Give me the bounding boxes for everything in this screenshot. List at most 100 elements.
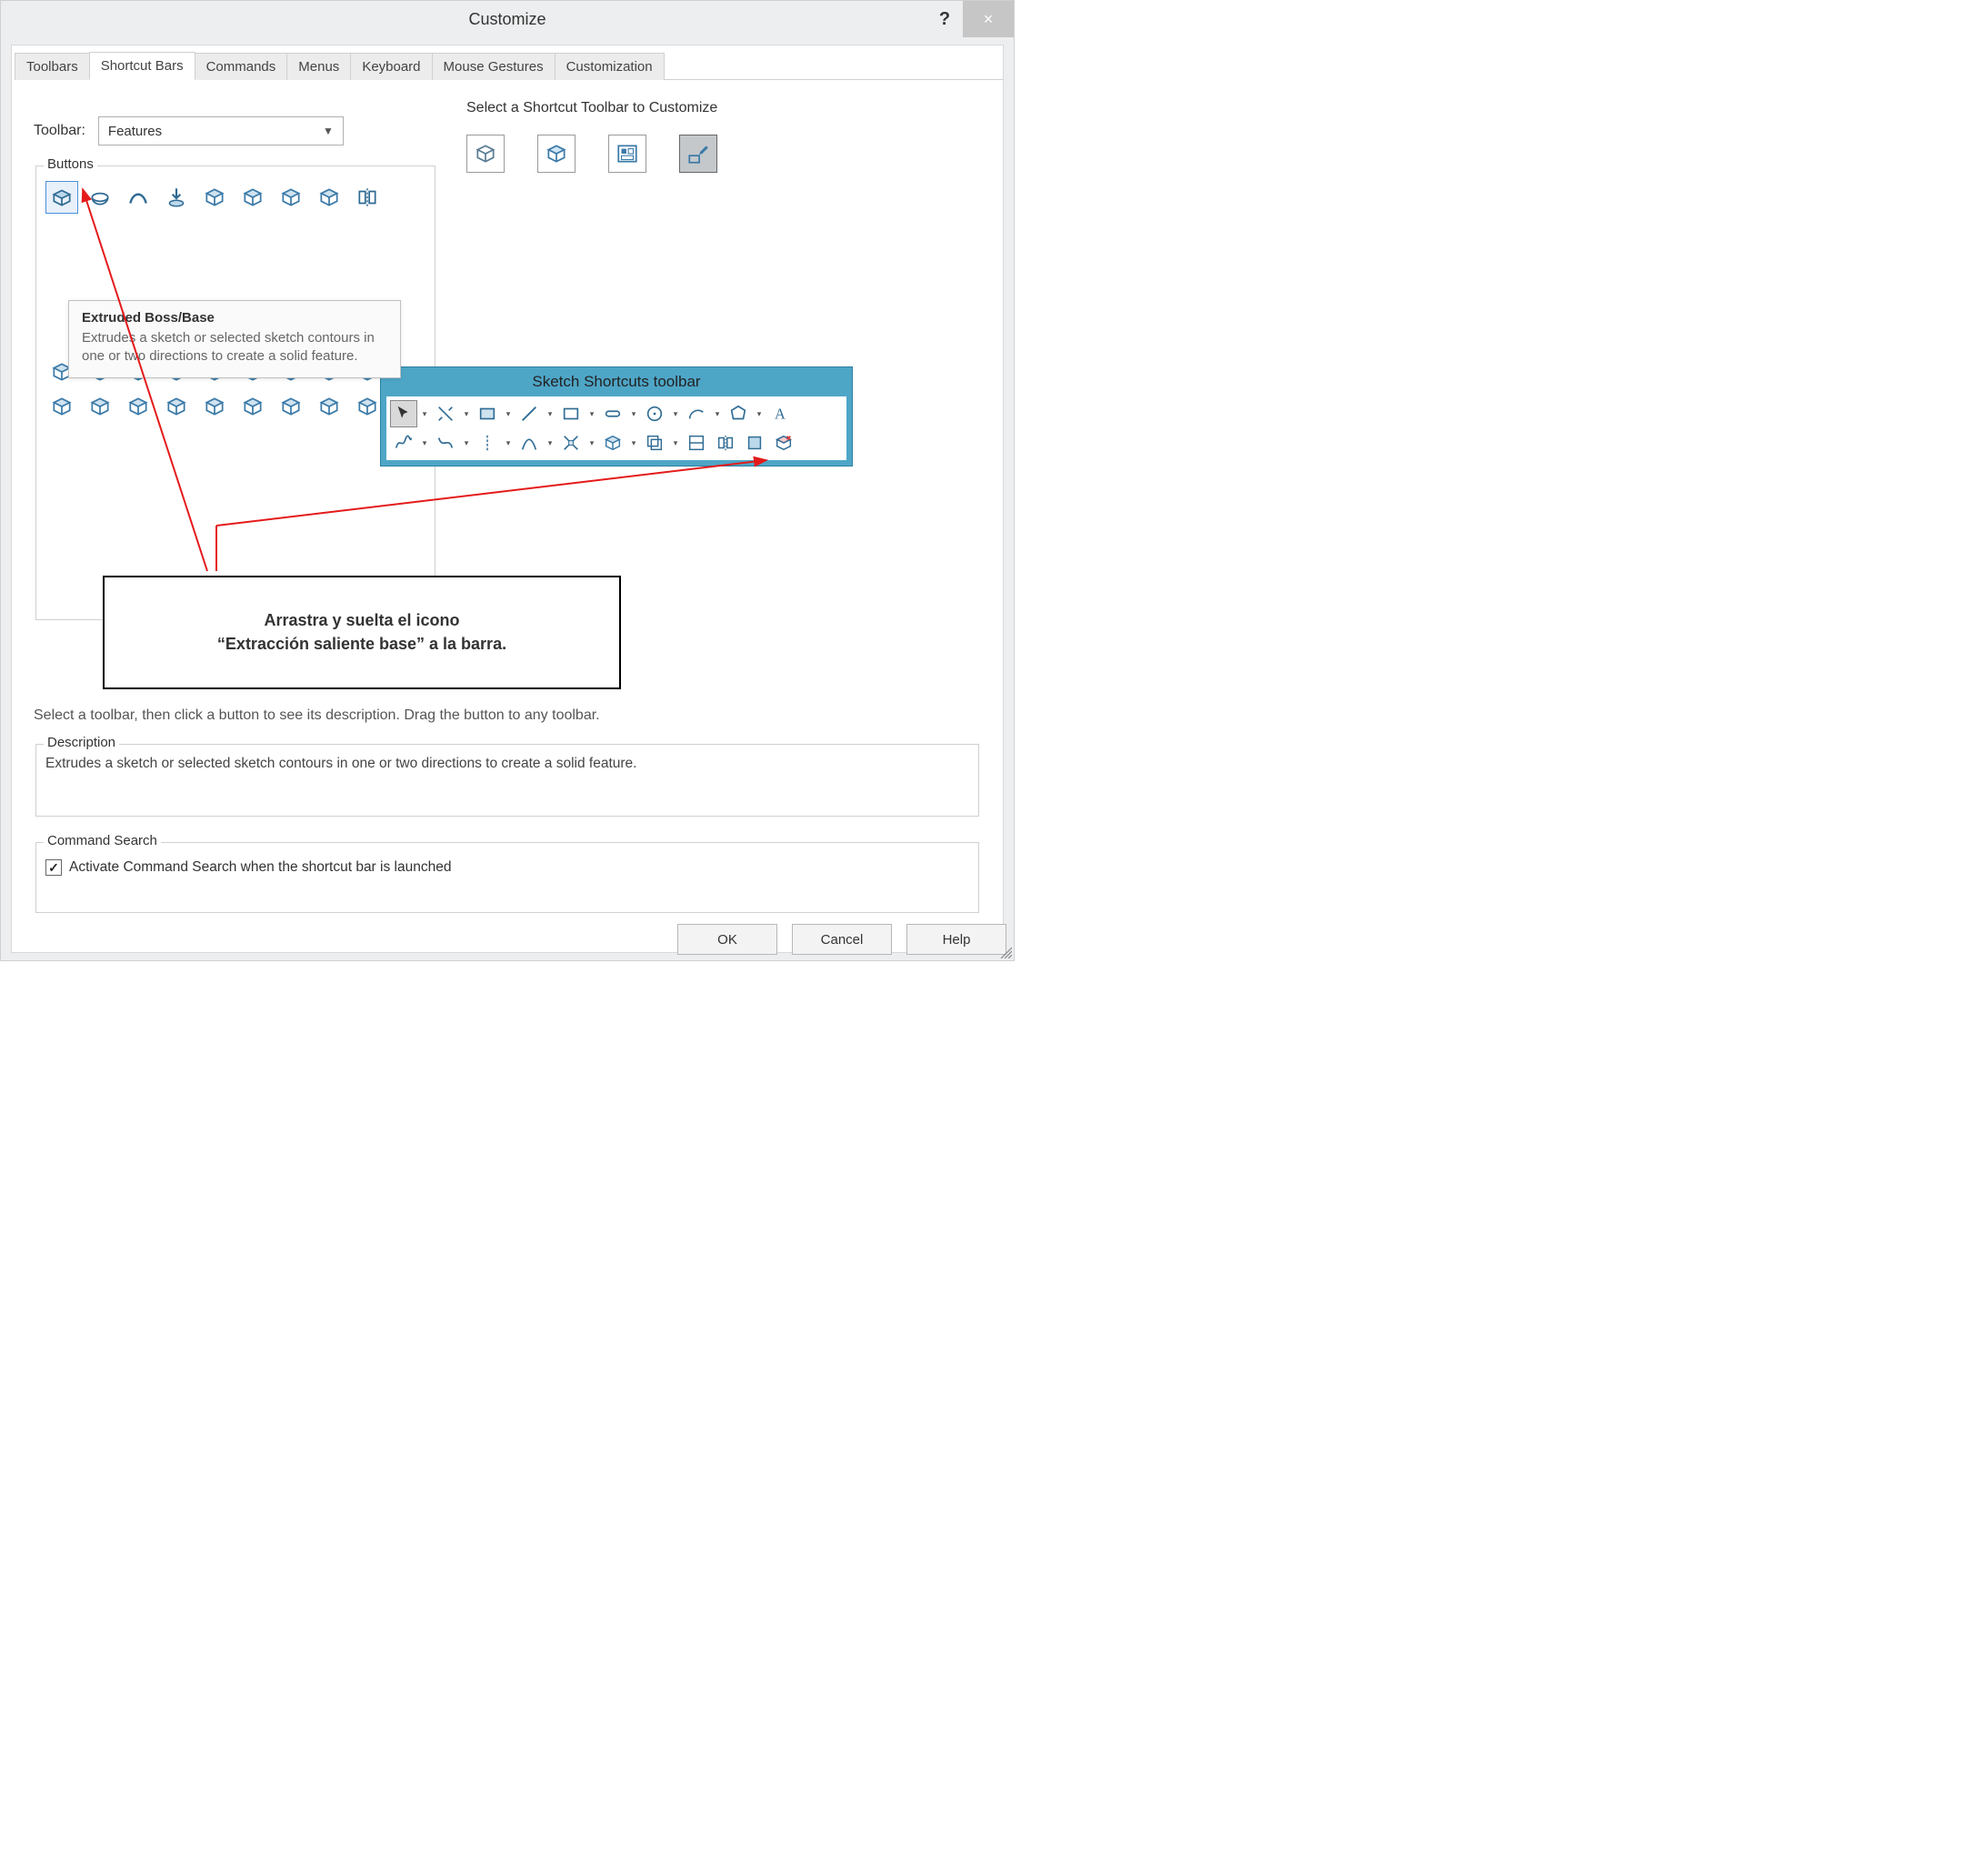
exit-sketch-tool[interactable]: [770, 429, 797, 456]
close-button[interactable]: ×: [963, 1, 1014, 37]
description-text: Extrudes a sketch or selected sketch con…: [45, 756, 969, 772]
text-tool[interactable]: A: [766, 400, 794, 427]
tab-menus[interactable]: Menus: [286, 53, 351, 80]
parabola-tool[interactable]: [516, 429, 543, 456]
cancel-button[interactable]: Cancel: [792, 924, 892, 955]
dialog-buttons: OK Cancel Help: [677, 924, 1006, 955]
tab-keyboard[interactable]: Keyboard: [350, 53, 432, 80]
cube-tool[interactable]: [599, 429, 626, 456]
spline2-tool[interactable]: [432, 429, 459, 456]
tooltip-body: Extrudes a sketch or selected sketch con…: [82, 329, 387, 365]
delete-face-button[interactable]: [160, 390, 193, 423]
move-face-button[interactable]: [198, 390, 231, 423]
feature-tooltip: Extruded Boss/Base Extrudes a sketch or …: [68, 300, 401, 378]
smart-dimension-dropdown[interactable]: ▾: [461, 400, 472, 427]
shortcut-toolbar-chooser: [466, 135, 717, 173]
select-cursor-tool[interactable]: [390, 400, 417, 427]
corner-rectangle-tool[interactable]: [474, 400, 501, 427]
assembly-icon: [545, 142, 568, 166]
check-button[interactable]: [236, 390, 269, 423]
sketch-toolbar-row-1: ▾ ▾ ▾ ▾ ▾ ▾ ▾ ▾ ▾ A: [390, 400, 843, 427]
annotation-line1: Arrastra y suelta el icono: [264, 609, 459, 632]
centerline-tool[interactable]: [474, 429, 501, 456]
help-button[interactable]: Help: [906, 924, 1006, 955]
swept-boss-button[interactable]: [122, 181, 155, 214]
wrap-button[interactable]: [313, 181, 345, 214]
trim-tool[interactable]: [557, 429, 585, 456]
svg-text:A: A: [775, 406, 786, 423]
rectangle-tool[interactable]: [557, 400, 585, 427]
spline-dropdown[interactable]: ▾: [419, 429, 430, 456]
description-fieldset: Description Extrudes a sketch or selecte…: [35, 744, 979, 817]
part-shortcut-button[interactable]: [466, 135, 505, 173]
tab-mouse-gestures[interactable]: Mouse Gestures: [432, 53, 556, 80]
arc-dropdown[interactable]: ▾: [712, 400, 723, 427]
thicken-button[interactable]: [236, 181, 269, 214]
spline2-dropdown[interactable]: ▾: [461, 429, 472, 456]
revolved-boss-button[interactable]: [84, 181, 116, 214]
toolbar-label: Toolbar:: [34, 123, 85, 139]
sketch-pencil-icon: [686, 142, 710, 166]
assembly-shortcut-button[interactable]: [537, 135, 576, 173]
buttons-legend: Buttons: [44, 156, 97, 172]
line-tool[interactable]: [516, 400, 543, 427]
context-help-button[interactable]: ?: [926, 1, 963, 37]
circle-tool[interactable]: [641, 400, 668, 427]
offset-dropdown[interactable]: ▾: [670, 429, 681, 456]
ok-button[interactable]: OK: [677, 924, 777, 955]
circle-dropdown[interactable]: ▾: [670, 400, 681, 427]
parabola-dropdown[interactable]: ▾: [545, 429, 556, 456]
spline-tool[interactable]: [390, 429, 417, 456]
dialog-content: Toolbars Shortcut Bars Commands Menus Ke…: [11, 45, 1004, 953]
description-legend: Description: [44, 735, 119, 750]
mirror-tool[interactable]: [712, 429, 739, 456]
3d-sketch-button[interactable]: [351, 390, 384, 423]
sketch-shortcuts-toolbar[interactable]: Sketch Shortcuts toolbar ▾▾▾▾▾▾▾▾▾A ▾▾▾▾…: [380, 366, 853, 466]
toolbar-select-value: Features: [108, 124, 162, 139]
tab-shortcut-bars[interactable]: Shortcut Bars: [89, 52, 195, 80]
tab-commands[interactable]: Commands: [195, 53, 288, 80]
select-cursor-dropdown[interactable]: ▾: [419, 400, 430, 427]
drawing-shortcut-button[interactable]: [608, 135, 646, 173]
line-dropdown[interactable]: ▾: [545, 400, 556, 427]
tab-customization[interactable]: Customization: [555, 53, 665, 80]
corner-rectangle-dropdown[interactable]: ▾: [503, 400, 514, 427]
command-search-legend: Command Search: [44, 833, 161, 848]
toolbar-select[interactable]: Features ▼: [98, 116, 344, 145]
block-tool[interactable]: [741, 429, 768, 456]
intersect-button[interactable]: [122, 390, 155, 423]
annotation-line2: “Extracción saliente base” a la barra.: [217, 633, 506, 656]
activate-command-search-checkbox[interactable]: ✓: [45, 859, 62, 876]
command-search-fieldset: Command Search ✓ Activate Command Search…: [35, 842, 979, 913]
feature-buttons-grid: [45, 181, 425, 214]
slot-tool[interactable]: [599, 400, 626, 427]
cube-dropdown[interactable]: ▾: [628, 429, 639, 456]
boundary-boss-button[interactable]: [198, 181, 231, 214]
convert-tool[interactable]: [683, 429, 710, 456]
trim-dropdown[interactable]: ▾: [586, 429, 597, 456]
slot-dropdown[interactable]: ▾: [628, 400, 639, 427]
instant3d-button[interactable]: [313, 390, 345, 423]
smart-dimension-tool[interactable]: [432, 400, 459, 427]
sketch-shortcut-button[interactable]: [679, 135, 717, 173]
resize-grip[interactable]: [997, 944, 1012, 958]
polygon-tool[interactable]: [725, 400, 752, 427]
tab-toolbars[interactable]: Toolbars: [15, 53, 90, 80]
polygon-dropdown[interactable]: ▾: [754, 400, 765, 427]
extruded-boss-button[interactable]: [45, 181, 78, 214]
rectangle-dropdown[interactable]: ▾: [586, 400, 597, 427]
dome-button[interactable]: [275, 181, 307, 214]
heal-button[interactable]: [275, 390, 307, 423]
offset-tool[interactable]: [641, 429, 668, 456]
lofted-boss-button[interactable]: [160, 181, 193, 214]
shortcut-bars-panel: Toolbar: Features ▼ Select a Shortcut To…: [12, 80, 1003, 954]
activate-command-search-label: Activate Command Search when the shortcu…: [69, 859, 451, 876]
combine-button[interactable]: [84, 390, 116, 423]
tooltip-title: Extruded Boss/Base: [82, 310, 387, 326]
mirror-button[interactable]: [351, 181, 384, 214]
annotation-callout: Arrastra y suelta el icono “Extracción s…: [103, 576, 621, 689]
split-button[interactable]: [45, 390, 78, 423]
arc-tool[interactable]: [683, 400, 710, 427]
tabstrip: Toolbars Shortcut Bars Commands Menus Ke…: [15, 47, 1003, 80]
centerline-dropdown[interactable]: ▾: [503, 429, 514, 456]
